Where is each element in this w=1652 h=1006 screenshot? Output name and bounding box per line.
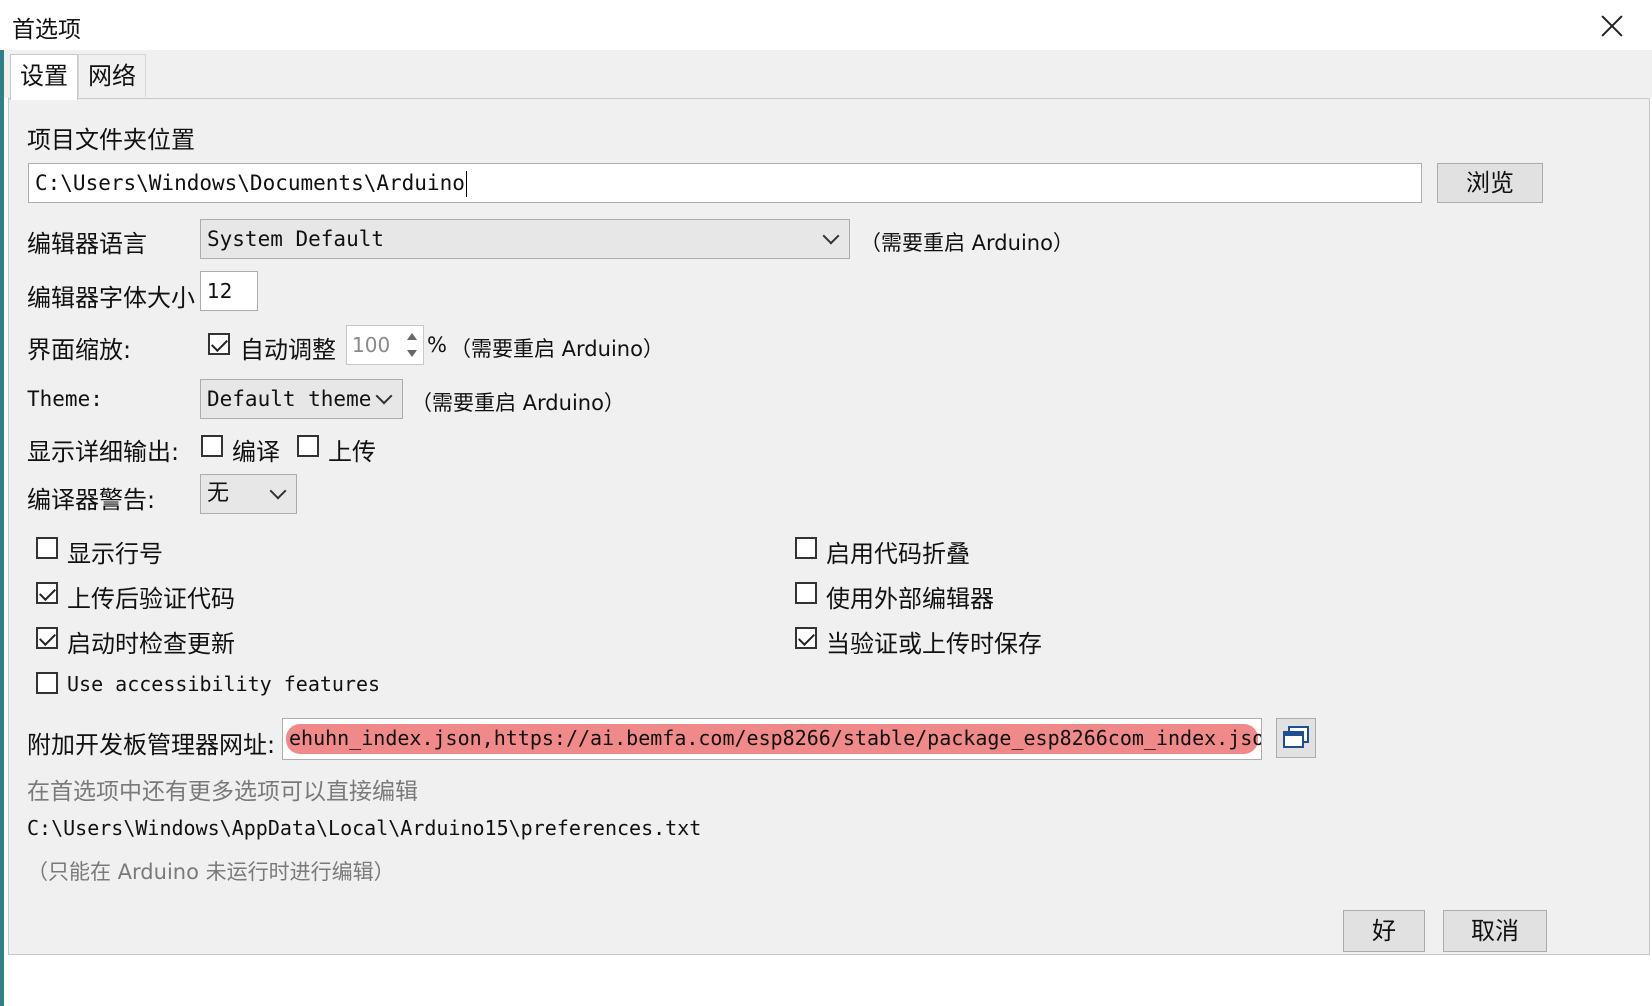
verbose-upload-label: 上传	[328, 438, 376, 466]
chevron-down-icon	[269, 482, 287, 500]
board-urls-label: 附加开发板管理器网址:	[27, 731, 276, 759]
verbose-compile-label: 编译	[232, 438, 280, 466]
editor-language-label: 编辑器语言	[27, 230, 147, 258]
scale-spinner[interactable]: 100	[346, 325, 424, 365]
spin-up-icon	[407, 333, 417, 340]
verbose-label: 显示详细输出:	[27, 438, 180, 466]
tab-network[interactable]: 网络	[78, 54, 146, 97]
auto-scale-checkbox[interactable]	[208, 333, 230, 355]
theme-note: （需要重启 Arduino）	[411, 391, 625, 415]
accessibility-checkbox[interactable]	[36, 672, 58, 694]
window-edge-accent	[0, 50, 4, 1006]
scaling-label: 界面缩放:	[27, 336, 132, 364]
title-bar	[0, 0, 1652, 50]
save-on-verify-label: 当验证或上传时保存	[826, 630, 1042, 658]
edit-note-text: （只能在 Arduino 未运行时进行编辑）	[27, 860, 395, 884]
show-line-numbers-label: 显示行号	[67, 540, 163, 568]
chevron-down-icon	[375, 387, 393, 405]
sketchbook-label: 项目文件夹位置	[27, 126, 195, 154]
scaling-note: （需要重启 Arduino）	[450, 337, 664, 361]
editor-language-select[interactable]: System Default	[200, 219, 850, 259]
cancel-button[interactable]: 取消	[1443, 910, 1547, 952]
auto-scale-label: 自动调整	[240, 336, 336, 364]
scale-value: 100	[352, 333, 391, 357]
theme-value: Default theme	[207, 387, 372, 411]
verify-after-upload-checkbox[interactable]	[36, 582, 58, 604]
verbose-upload-checkbox[interactable]	[297, 435, 319, 457]
theme-label: Theme:	[27, 387, 103, 411]
external-editor-label: 使用外部编辑器	[826, 585, 994, 613]
code-folding-checkbox[interactable]	[795, 537, 817, 559]
browse-button[interactable]: 浏览	[1437, 163, 1543, 203]
tab-settings[interactable]: 设置	[10, 54, 78, 100]
verify-after-upload-label: 上传后验证代码	[67, 585, 235, 613]
check-updates-checkbox[interactable]	[36, 627, 58, 649]
verbose-compile-checkbox[interactable]	[201, 435, 223, 457]
board-urls-value: ehuhn_index.json,https://ai.bemfa.com/es…	[289, 726, 1262, 750]
external-editor-checkbox[interactable]	[795, 582, 817, 604]
editor-language-note: （需要重启 Arduino）	[860, 231, 1074, 255]
ok-button[interactable]: 好	[1343, 910, 1425, 952]
more-prefs-text: 在首选项中还有更多选项可以直接编辑	[27, 779, 418, 805]
warnings-label: 编译器警告:	[27, 486, 156, 514]
code-folding-label: 启用代码折叠	[826, 540, 970, 568]
save-on-verify-checkbox[interactable]	[795, 627, 817, 649]
warnings-value: 无	[207, 481, 230, 506]
font-size-input[interactable]: 12	[200, 271, 258, 311]
sketchbook-path-input[interactable]: C:\Users\Windows\Documents\Arduino	[28, 163, 1422, 203]
window-list-icon	[1283, 726, 1309, 748]
text-caret	[465, 171, 467, 197]
tab-strip	[4, 50, 1652, 98]
accessibility-label: Use accessibility features	[67, 672, 381, 696]
check-updates-label: 启动时检查更新	[67, 630, 235, 658]
chevron-down-icon	[822, 227, 840, 245]
show-line-numbers-checkbox[interactable]	[36, 537, 58, 559]
sketchbook-path-value: C:\Users\Windows\Documents\Arduino	[35, 171, 465, 195]
font-size-label: 编辑器字体大小	[27, 284, 195, 312]
spin-down-icon	[407, 350, 417, 357]
board-urls-input[interactable]: ehuhn_index.json,https://ai.bemfa.com/es…	[282, 718, 1262, 760]
spinner-arrows[interactable]	[401, 326, 423, 364]
close-icon[interactable]	[1592, 8, 1632, 42]
prefs-path-text: C:\Users\Windows\AppData\Local\Arduino15…	[27, 816, 702, 840]
percent-sign: %	[427, 333, 447, 357]
theme-select[interactable]: Default theme	[200, 379, 403, 419]
window-title: 首选项	[12, 17, 81, 43]
editor-language-value: System Default	[207, 227, 385, 251]
board-urls-edit-button[interactable]	[1276, 718, 1316, 758]
warnings-select[interactable]: 无	[200, 474, 297, 514]
